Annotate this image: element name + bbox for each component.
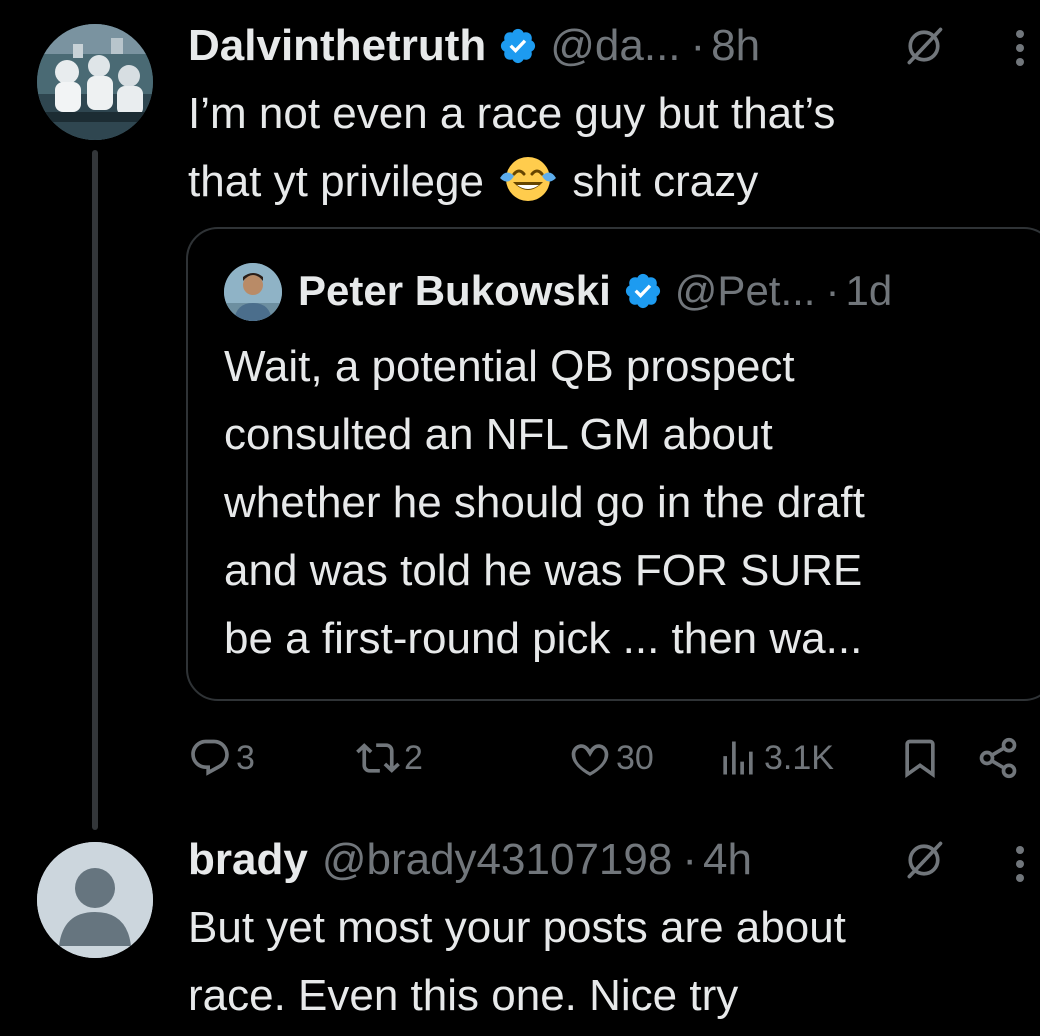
avatar-photo <box>224 263 282 321</box>
grok-icon[interactable] <box>902 838 946 882</box>
reply-count: 3 <box>236 738 255 777</box>
quoted-tweet-card[interactable]: Peter Bukowski @Pet... · 1d Wait, a pote… <box>186 227 1040 701</box>
avatar-peter-bukowski[interactable] <box>224 263 282 321</box>
grok-icon[interactable] <box>902 24 946 68</box>
tweet-text-line: But yet most your posts are about <box>188 903 846 952</box>
more-options-icon[interactable] <box>1014 840 1026 888</box>
handle[interactable]: @da... <box>550 21 680 71</box>
separator-dot: · <box>825 267 840 314</box>
tweet-text: But yet most your posts are about race. … <box>188 894 1008 1030</box>
reply-icon <box>191 739 229 776</box>
view-count: 3.1K <box>764 738 834 777</box>
quoted-text-line: whether he should go in the draft <box>224 478 865 527</box>
quoted-tweet-header: Peter Bukowski @Pet... · 1d <box>298 259 892 323</box>
bookmark-button[interactable] <box>898 730 946 786</box>
display-name[interactable]: Peter Bukowski <box>298 267 611 315</box>
avatar-dalvinthetruth[interactable] <box>37 24 153 140</box>
timestamp[interactable]: 4h <box>703 835 752 885</box>
avatar-brady[interactable] <box>37 842 153 958</box>
display-name[interactable]: Dalvinthetruth <box>188 21 486 71</box>
tweet-header: Dalvinthetruth @da... · 8h <box>188 14 760 78</box>
quoted-text-line: and was told he was FOR SURE <box>224 546 863 595</box>
repost-icon <box>356 743 400 773</box>
repost-count: 2 <box>404 738 423 777</box>
handle[interactable]: @Pet... <box>675 267 816 315</box>
views-button[interactable]: 3.1K <box>716 730 834 786</box>
tweet-action-bar: 3 2 30 3.1K <box>188 730 1028 786</box>
timestamp[interactable]: 8h <box>711 21 760 71</box>
verified-badge-icon <box>501 28 536 64</box>
tweet-text-segment: that yt privilege <box>188 157 484 206</box>
reply-button[interactable]: 3 <box>188 730 255 786</box>
quoted-text-line: be a first-round pick ... then wa... <box>224 614 863 663</box>
tweet-text-line: that yt privilege shit crazy <box>188 148 1008 216</box>
verified-badge-icon <box>625 273 660 309</box>
quoted-text-line: Wait, a potential QB prospect <box>224 342 795 391</box>
tweet-text: I’m not even a race guy but that’s that … <box>188 80 1008 216</box>
like-button[interactable]: 30 <box>568 730 654 786</box>
conversation-thread: Dalvinthetruth @da... · 8h I’m not even … <box>0 0 1040 1036</box>
quoted-tweet-text: Wait, a potential QB prospect consulted … <box>224 333 1024 673</box>
repost-button[interactable]: 2 <box>356 730 423 786</box>
thread-connector-line <box>92 150 98 830</box>
share-icon <box>979 737 1017 779</box>
share-button[interactable] <box>976 730 1024 786</box>
tweet-text-segment: shit crazy <box>572 157 759 206</box>
handle[interactable]: @brady43107198 <box>322 835 673 885</box>
separator-dot: · <box>690 21 706 70</box>
analytics-icon <box>723 741 753 775</box>
face-with-tears-of-joy-icon <box>500 157 557 201</box>
heart-icon <box>571 744 609 776</box>
tweet-text-line: I’m not even a race guy but that’s <box>188 89 836 138</box>
tweet-header: brady @brady43107198 · 4h <box>188 828 752 892</box>
display-name[interactable]: brady <box>188 835 308 885</box>
timestamp[interactable]: 1d <box>845 267 892 315</box>
tweet-text-line: race. Even this one. Nice try <box>188 971 739 1020</box>
quoted-text-line: consulted an NFL GM about <box>224 410 773 459</box>
avatar-photo <box>37 24 153 140</box>
like-count: 30 <box>616 738 654 777</box>
bookmark-icon <box>905 739 935 779</box>
separator-dot: · <box>682 835 697 884</box>
more-options-icon[interactable] <box>1014 24 1026 72</box>
default-avatar-icon <box>37 842 153 958</box>
